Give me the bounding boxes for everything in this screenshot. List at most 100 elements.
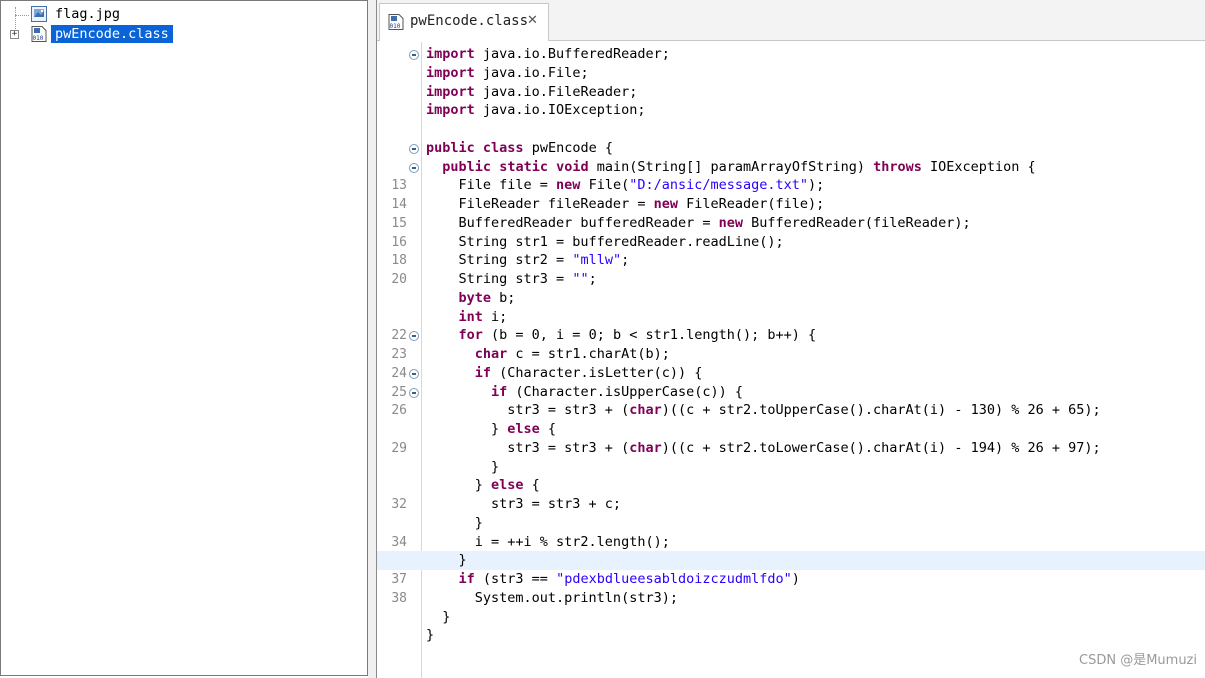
code-line[interactable]: 14 FileReader fileReader = new FileReade… (377, 195, 1205, 214)
code-text: int i; (458, 308, 508, 325)
keyword: char (629, 402, 662, 419)
code-text: import java.io.IOException; (426, 102, 646, 119)
code-text: if (Character.isLetter(c)) { (474, 364, 703, 381)
keyword: public (442, 158, 492, 175)
code-line[interactable]: 15 BufferedReader bufferedReader = new B… (377, 214, 1205, 233)
line-number: 24 (391, 365, 407, 381)
code-line[interactable]: import java.io.File; (377, 64, 1205, 83)
code-line[interactable]: } else { (377, 420, 1205, 439)
fold-collapse-icon[interactable] (409, 50, 419, 60)
code-line[interactable]: 25 if (Character.isUpperCase(c)) { (377, 383, 1205, 402)
code-text: } else { (426, 421, 557, 437)
image-file-icon (31, 6, 47, 22)
code-area[interactable]: import java.io.BufferedReader; import jav… (377, 42, 1205, 678)
keyword: byte (458, 289, 492, 306)
string-literal: "D:/ansic/message.txt" (629, 177, 809, 194)
string-literal: "mllw" (572, 252, 622, 269)
keyword: import (426, 46, 475, 62)
code-line[interactable]: int i; (377, 308, 1205, 327)
fold-collapse-icon[interactable] (409, 331, 419, 342)
keyword: else (491, 477, 524, 494)
code-text: System.out.println(str3); (426, 589, 678, 606)
code-line[interactable]: public static void main(String[] paramAr… (377, 158, 1205, 177)
code-line[interactable]: 16 String str1 = bufferedReader.readLine… (377, 233, 1205, 252)
code-line[interactable]: import java.io.BufferedReader; (377, 45, 1205, 64)
tab-label: pwEncode.class (410, 13, 529, 29)
code-text: import java.io.FileReader; (426, 83, 638, 100)
code-text: str3 = str3 + (char)((c + str2.toUpperCa… (426, 402, 1101, 419)
code-line[interactable]: } else { (377, 476, 1205, 495)
fold-collapse-icon[interactable] (409, 387, 419, 398)
tree-item-flag-jpg[interactable]: flag.jpg (1, 5, 361, 23)
code-line[interactable]: } (377, 551, 1205, 571)
line-number: 23 (391, 347, 407, 362)
code-text: if (Character.isUpperCase(c)) { (491, 383, 743, 400)
code-line[interactable]: 37 if (str3 == "pdexbdlueesabldoizczudml… (377, 570, 1205, 589)
code-line[interactable]: 38 System.out.println(str3); (377, 589, 1205, 608)
keyword: public (426, 139, 475, 156)
expand-plus-icon[interactable]: + (10, 30, 19, 39)
svg-text:010: 010 (33, 35, 44, 42)
code-line[interactable]: public class pwEncode { (377, 139, 1205, 158)
close-tab-icon[interactable]: ✕ (527, 13, 538, 28)
code-line[interactable]: 22 for (b = 0, i = 0; b < str1.length();… (377, 326, 1205, 345)
editor-tab-bar: 010 pwEncode.class ✕ (377, 0, 1205, 41)
code-line[interactable]: 20 String str3 = ""; (377, 270, 1205, 289)
line-number: 22 (391, 328, 407, 344)
keyword: void (556, 158, 589, 175)
keyword: import (426, 64, 475, 81)
watermark: CSDN @是Mumuzi (1079, 653, 1197, 668)
line-number: 26 (391, 403, 407, 419)
code-line[interactable]: 32 str3 = str3 + c; (377, 495, 1205, 514)
keyword: class (482, 139, 524, 156)
code-text: } else { (426, 477, 540, 494)
code-text: } (426, 608, 451, 625)
fold-collapse-icon[interactable] (409, 143, 419, 154)
code-line[interactable]: 18 String str2 = "mllw"; (377, 251, 1205, 270)
code-line[interactable]: 13 File file = new File("D:/ansic/messag… (377, 176, 1205, 195)
code-line[interactable]: } (377, 626, 1205, 645)
keyword: throws (873, 158, 922, 175)
keyword: if (491, 383, 508, 400)
string-literal: "pdexbdlueesabldoizczudmlfdo" (556, 571, 792, 587)
code-line[interactable]: 29 str3 = str3 + (char)((c + str2.toLowe… (377, 439, 1205, 458)
fold-collapse-icon[interactable] (409, 368, 419, 379)
code-text: for (b = 0, i = 0; b < str1.length(); b+… (458, 327, 817, 344)
code-text: String str3 = ""; (426, 271, 597, 287)
code-editor: 010 pwEncode.class ✕ import java.io.Buff… (376, 0, 1205, 678)
code-line[interactable]: 24 if (Character.isLetter(c)) { (377, 364, 1205, 383)
keyword: for (458, 327, 483, 344)
file-tree-panel: flag.jpg + 010 pwEncode.class (0, 0, 368, 676)
keyword: static (499, 158, 548, 175)
code-line[interactable]: 26 str3 = str3 + (char)((c + str2.toUppe… (377, 401, 1205, 420)
keyword: else (507, 421, 540, 437)
code-line[interactable] (377, 120, 1205, 139)
code-text: } (426, 552, 467, 569)
code-line[interactable]: } (377, 458, 1205, 477)
code-text: File file = new File("D:/ansic/message.t… (426, 177, 825, 194)
code-line[interactable]: 34 i = ++i % str2.length(); (377, 533, 1205, 552)
line-number: 32 (391, 497, 407, 512)
code-line[interactable]: 23 char c = str1.charAt(b); (377, 345, 1205, 364)
line-number: 18 (391, 253, 407, 269)
line-number: 25 (391, 384, 407, 400)
keyword: new (556, 177, 581, 194)
code-text: public static void main(String[] paramAr… (442, 158, 1036, 175)
line-number: 34 (391, 534, 407, 550)
code-line[interactable]: } (377, 514, 1205, 533)
line-number: 14 (391, 197, 407, 212)
fold-collapse-icon[interactable] (409, 162, 419, 173)
keyword: int (458, 308, 483, 325)
tree-item-pwencode-class[interactable]: + 010 pwEncode.class (1, 25, 361, 43)
panel-splitter[interactable] (368, 0, 376, 678)
code-text: String str2 = "mllw"; (426, 252, 630, 269)
code-line[interactable]: import java.io.FileReader; (377, 83, 1205, 102)
code-text: BufferedReader bufferedReader = new Buff… (426, 214, 971, 231)
line-number: 29 (391, 440, 407, 456)
code-line[interactable]: } (377, 608, 1205, 627)
tab-pwencode-class[interactable]: 010 pwEncode.class ✕ (379, 3, 549, 41)
code-line[interactable]: byte b; (377, 289, 1205, 308)
code-text: char c = str1.charAt(b); (474, 346, 670, 362)
code-text: public class pwEncode { (426, 139, 613, 156)
code-line[interactable]: import java.io.IOException; (377, 101, 1205, 120)
